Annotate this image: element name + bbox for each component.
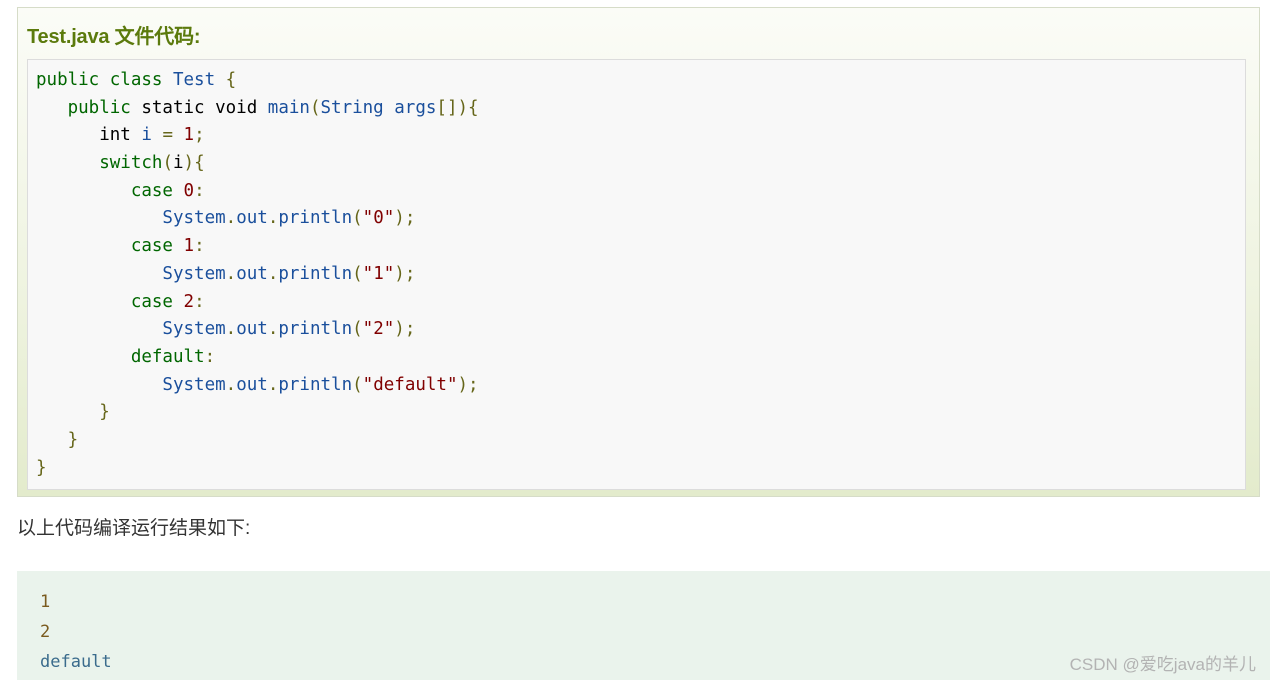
- code-token: 2: [183, 291, 195, 312]
- code-token: public class: [36, 70, 173, 90]
- code-line: System.out.println("1");: [36, 261, 479, 289]
- code-token: =: [151, 125, 184, 146]
- code-token: case: [36, 291, 184, 312]
- code-lines: public class Test { public static void m…: [36, 67, 479, 482]
- code-token: i: [172, 153, 184, 174]
- code-token: (: [162, 153, 173, 174]
- code-token: 1: [183, 125, 195, 146]
- code-token: .: [267, 319, 279, 340]
- code-token: .: [267, 374, 279, 395]
- output-line: 2: [40, 622, 51, 642]
- code-token: []){: [436, 97, 479, 118]
- code-line: System.out.println("0");: [36, 205, 479, 233]
- code-token: static void: [141, 97, 268, 118]
- code-token: "2": [362, 319, 395, 340]
- code-block: public class Test { public static void m…: [27, 59, 1246, 490]
- code-line: public class Test {: [36, 67, 479, 95]
- code-token: (: [352, 374, 363, 395]
- code-token: .: [225, 374, 237, 395]
- code-token: ){: [183, 153, 205, 174]
- example-box: Test.java 文件代码: public class Test { publ…: [17, 7, 1260, 497]
- code-token: }: [36, 429, 79, 450]
- code-token: );: [394, 208, 416, 229]
- code-token: (: [352, 319, 363, 340]
- code-token: 1: [183, 236, 195, 257]
- code-line: case 0:: [36, 178, 479, 206]
- code-token: :: [194, 180, 205, 201]
- code-token: ;: [194, 125, 205, 146]
- code-token: System: [36, 374, 226, 395]
- code-token: out: [236, 319, 268, 340]
- code-line: }: [36, 455, 479, 483]
- code-line: switch(i){: [36, 150, 479, 178]
- code-token: .: [267, 263, 279, 284]
- code-line: }: [36, 427, 479, 455]
- code-line: case 1:: [36, 233, 479, 261]
- code-token: println: [278, 374, 353, 395]
- output-line: 1: [40, 592, 51, 612]
- code-token: "1": [362, 263, 395, 284]
- code-token: public: [36, 97, 142, 118]
- output-caption: 以上代码编译运行结果如下:: [17, 518, 251, 539]
- example-title: Test.java 文件代码:: [27, 26, 201, 48]
- code-token: (: [309, 97, 321, 118]
- code-token: {: [215, 70, 237, 90]
- code-token: .: [225, 319, 237, 340]
- code-token: System: [36, 319, 226, 340]
- code-token: out: [236, 208, 268, 229]
- code-token: System: [36, 263, 226, 284]
- output-line: default: [40, 652, 112, 672]
- code-token: case: [36, 236, 184, 257]
- code-token: }: [36, 457, 47, 478]
- code-token: i: [141, 125, 152, 146]
- code-token: println: [278, 208, 353, 229]
- code-token: 0: [183, 180, 195, 201]
- code-line: int i = 1;: [36, 122, 479, 150]
- code-token: .: [225, 263, 237, 284]
- code-line: System.out.println("default");: [36, 372, 479, 400]
- code-token: :: [194, 291, 205, 312]
- watermark: CSDN @爱吃java的羊儿: [1069, 655, 1256, 674]
- code-line: public static void main(String args[]){: [36, 95, 479, 123]
- code-line: case 2:: [36, 289, 479, 317]
- code-token: println: [278, 263, 353, 284]
- code-token: );: [394, 263, 416, 284]
- output-lines: 1 2 default: [40, 587, 112, 677]
- code-token: );: [457, 374, 479, 395]
- code-token: switch: [36, 153, 163, 174]
- code-token: (: [352, 208, 363, 229]
- code-token: Test: [172, 70, 216, 90]
- code-token: "default": [362, 374, 458, 395]
- code-line: }: [36, 399, 479, 427]
- code-token: out: [236, 374, 268, 395]
- code-token: :: [204, 346, 216, 367]
- code-token: :: [194, 236, 205, 257]
- code-token: println: [278, 319, 353, 340]
- code-token: int: [36, 125, 142, 146]
- code-line: System.out.println("2");: [36, 316, 479, 344]
- code-token: .: [267, 208, 279, 229]
- code-token: default: [36, 346, 205, 367]
- code-line: default:: [36, 344, 479, 372]
- code-token: );: [394, 319, 416, 340]
- code-token: (: [352, 263, 363, 284]
- code-token: String args: [320, 97, 437, 118]
- code-token: out: [236, 263, 268, 284]
- code-token: main: [267, 97, 310, 118]
- code-token: }: [36, 402, 110, 423]
- code-token: .: [225, 208, 237, 229]
- code-token: System: [36, 208, 226, 229]
- code-token: "0": [362, 208, 395, 229]
- code-token: case: [36, 180, 184, 201]
